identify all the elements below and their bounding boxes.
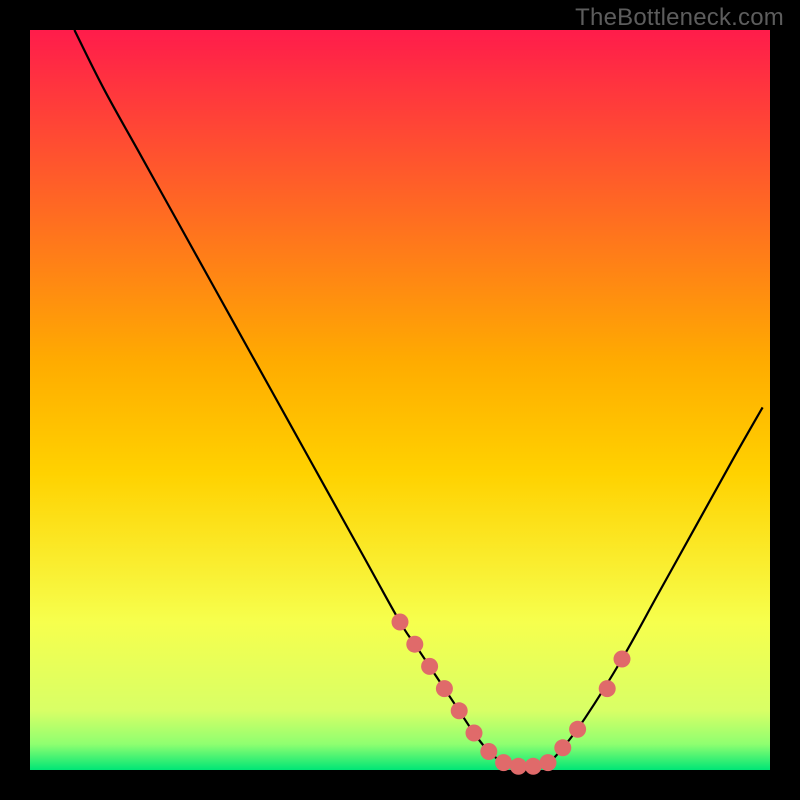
- chart-svg: [0, 0, 800, 800]
- curve-marker: [554, 739, 571, 756]
- curve-marker: [510, 758, 527, 775]
- curve-marker: [406, 636, 423, 653]
- watermark-text: TheBottleneck.com: [575, 4, 784, 32]
- chart-stage: { "watermark": "TheBottleneck.com", "col…: [0, 0, 800, 800]
- curve-marker: [569, 721, 586, 738]
- curve-marker: [480, 743, 497, 760]
- curve-marker: [614, 651, 631, 668]
- curve-marker: [392, 614, 409, 631]
- plot-area: [30, 30, 770, 770]
- curve-marker: [466, 725, 483, 742]
- curve-marker: [540, 754, 557, 771]
- curve-marker: [495, 754, 512, 771]
- curve-marker: [436, 680, 453, 697]
- curve-marker: [525, 758, 542, 775]
- curve-marker: [599, 680, 616, 697]
- curve-marker: [421, 658, 438, 675]
- curve-marker: [451, 702, 468, 719]
